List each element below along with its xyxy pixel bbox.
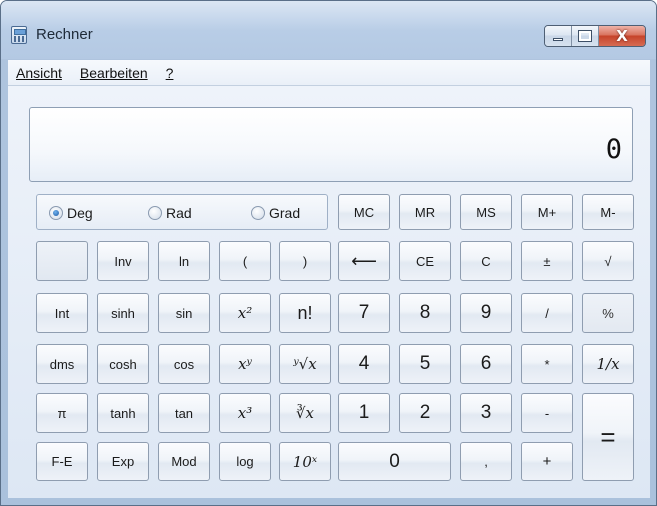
menu-help-label: ? xyxy=(165,64,174,81)
minimize-icon xyxy=(553,38,563,41)
blank-key xyxy=(36,241,88,281)
title-bar[interactable]: Rechner X xyxy=(1,1,656,59)
close-icon: X xyxy=(616,27,628,45)
digit-1-button[interactable]: 1 xyxy=(338,393,390,433)
ms-button[interactable]: MS xyxy=(460,194,512,230)
m-plus-button[interactable]: M+ xyxy=(521,194,573,230)
menu-bearbeiten-label: Bearbeiten xyxy=(79,64,148,81)
decimal-button[interactable]: , xyxy=(460,442,512,481)
sinh-button[interactable]: sinh xyxy=(97,293,149,333)
minimize-button[interactable] xyxy=(545,26,572,46)
ce-button[interactable]: CE xyxy=(399,241,451,281)
calculator-window: Rechner X Ansicht Bearbeiten ? 0 Deg Rad… xyxy=(0,0,657,506)
digit-5-button[interactable]: 5 xyxy=(399,344,451,384)
calculator-app-icon[interactable] xyxy=(11,26,27,44)
multiply-button[interactable]: * xyxy=(521,344,573,384)
digit-0-button[interactable]: 0 xyxy=(338,442,451,481)
maximize-icon xyxy=(578,30,592,42)
mr-button[interactable]: MR xyxy=(399,194,451,230)
digit-2-button[interactable]: 2 xyxy=(399,393,451,433)
c-button[interactable]: C xyxy=(460,241,512,281)
power-button[interactable]: xʸ xyxy=(219,344,271,384)
digit-9-button[interactable]: 9 xyxy=(460,293,512,333)
menu-ansicht[interactable]: Ansicht xyxy=(14,63,64,83)
add-button[interactable]: + xyxy=(521,442,573,481)
digit-3-button[interactable]: 3 xyxy=(460,393,512,433)
yroot-button[interactable]: ʸ√x xyxy=(279,344,331,384)
radio-selected-icon xyxy=(49,206,63,220)
close-paren-button[interactable]: ) xyxy=(279,241,331,281)
dms-button[interactable]: dms xyxy=(36,344,88,384)
result-display: 0 xyxy=(29,107,633,182)
cos-button[interactable]: cos xyxy=(158,344,210,384)
window-controls: X xyxy=(544,25,646,47)
mod-button[interactable]: Mod xyxy=(158,442,210,481)
sqrt-button[interactable]: √ xyxy=(582,241,634,281)
digit-8-button[interactable]: 8 xyxy=(399,293,451,333)
angle-unit-group: Deg Rad Grad xyxy=(36,194,328,230)
tanh-button[interactable]: tanh xyxy=(97,393,149,433)
backspace-button[interactable]: ⟵ xyxy=(338,241,390,281)
open-paren-button[interactable]: ( xyxy=(219,241,271,281)
equals-button[interactable]: = xyxy=(582,393,634,481)
ten-power-button[interactable]: 10ˣ xyxy=(279,442,331,481)
radio-deg-label: Deg xyxy=(67,205,93,221)
sin-button[interactable]: sin xyxy=(158,293,210,333)
ln-button[interactable]: ln xyxy=(158,241,210,281)
tan-button[interactable]: tan xyxy=(158,393,210,433)
radio-rad-label: Rad xyxy=(166,205,192,221)
menu-help[interactable]: ? xyxy=(164,63,176,83)
menu-bearbeiten[interactable]: Bearbeiten xyxy=(78,63,150,83)
radio-deg[interactable]: Deg xyxy=(49,205,93,221)
sign-button[interactable]: ± xyxy=(521,241,573,281)
cube-root-button[interactable]: ∛x xyxy=(279,393,331,433)
fe-button[interactable]: F-E xyxy=(36,442,88,481)
m-minus-button[interactable]: M- xyxy=(582,194,634,230)
int-button[interactable]: Int xyxy=(36,293,88,333)
menu-ansicht-label: Ansicht xyxy=(16,64,62,81)
percent-button[interactable]: % xyxy=(582,293,634,333)
radio-grad[interactable]: Grad xyxy=(251,205,300,221)
radio-unselected-icon xyxy=(148,206,162,220)
mc-button[interactable]: MC xyxy=(338,194,390,230)
window-title: Rechner xyxy=(36,26,93,43)
exp-button[interactable]: Exp xyxy=(97,442,149,481)
radio-grad-label: Grad xyxy=(269,205,301,221)
display-value: 0 xyxy=(605,134,622,165)
pi-button[interactable]: π xyxy=(36,393,88,433)
subtract-button[interactable]: - xyxy=(521,393,573,433)
factorial-button[interactable]: n! xyxy=(279,293,331,333)
close-button[interactable]: X xyxy=(599,26,645,46)
cube-button[interactable]: x³ xyxy=(219,393,271,433)
divide-button[interactable]: / xyxy=(521,293,573,333)
maximize-button[interactable] xyxy=(572,26,599,46)
digit-7-button[interactable]: 7 xyxy=(338,293,390,333)
reciprocal-button[interactable]: 1/x xyxy=(582,344,634,384)
inv-button[interactable]: Inv xyxy=(97,241,149,281)
cosh-button[interactable]: cosh xyxy=(97,344,149,384)
digit-6-button[interactable]: 6 xyxy=(460,344,512,384)
log-button[interactable]: log xyxy=(219,442,271,481)
digit-4-button[interactable]: 4 xyxy=(338,344,390,384)
radio-unselected-icon xyxy=(251,206,265,220)
menu-bar: Ansicht Bearbeiten ? xyxy=(8,60,650,86)
square-button[interactable]: x² xyxy=(219,293,271,333)
radio-rad[interactable]: Rad xyxy=(148,205,192,221)
